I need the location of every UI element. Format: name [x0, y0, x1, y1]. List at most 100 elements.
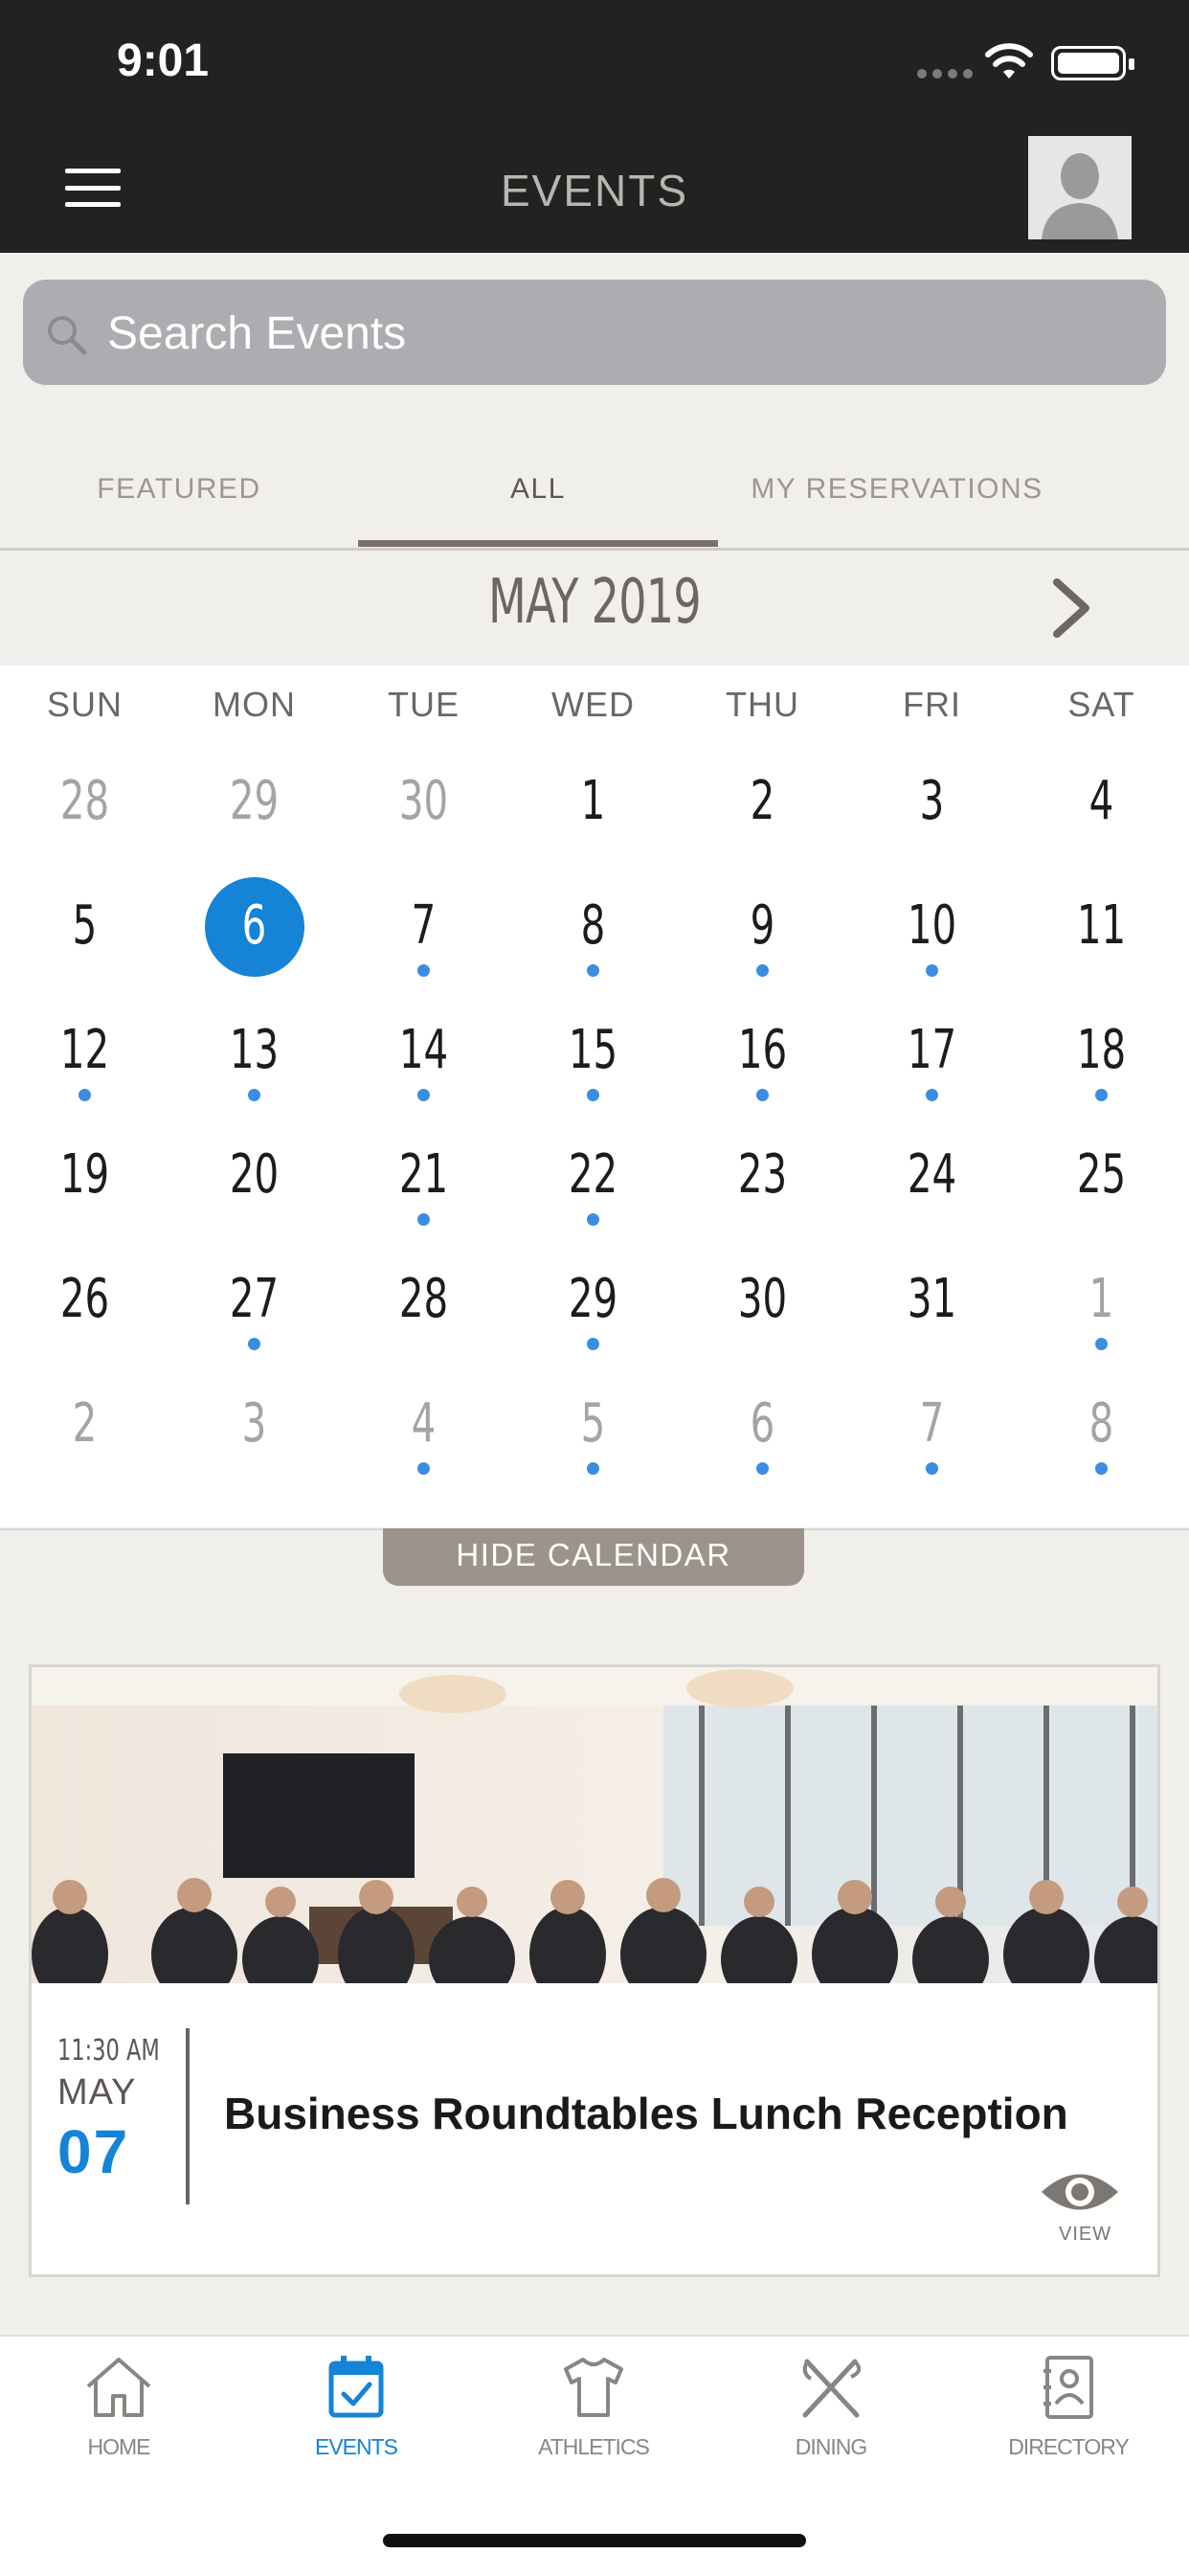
calendar-day[interactable]: 4	[1041, 770, 1162, 832]
calendar-day[interactable]: 6	[702, 1392, 823, 1455]
tab-featured[interactable]: FEATURED	[0, 473, 358, 506]
calendar-day[interactable]: 11	[1041, 894, 1162, 957]
calendar-day[interactable]: 26	[24, 1268, 146, 1330]
calendar-day[interactable]: 15	[532, 1019, 654, 1081]
calendar-day[interactable]: 12	[24, 1019, 146, 1081]
weekday-header: SAT	[1067, 685, 1135, 724]
calendar-day[interactable]: 2	[24, 1392, 146, 1455]
calendar-day[interactable]: 22	[532, 1143, 654, 1206]
calendar-day[interactable]: 3	[193, 1392, 315, 1455]
hide-calendar-button[interactable]: HIDE CALENDAR	[383, 1528, 804, 1586]
event-indicator-dot	[587, 1089, 599, 1101]
tab-my-reservations[interactable]: MY RESERVATIONS	[718, 473, 1076, 506]
eye-icon[interactable]	[1040, 2166, 1120, 2218]
calendar-day[interactable]: 3	[871, 770, 993, 832]
calendar-day[interactable]: 28	[363, 1268, 484, 1330]
calendar-day[interactable]: 8	[532, 894, 654, 957]
calendar-day[interactable]: 21	[363, 1143, 484, 1206]
battery-icon	[1051, 46, 1134, 80]
contacts-book-icon	[1043, 2356, 1093, 2419]
event-indicator-dot	[587, 1338, 599, 1350]
calendar-day[interactable]: 5	[24, 894, 146, 957]
calendar-day[interactable]: 30	[702, 1268, 823, 1330]
event-indicator-dot	[756, 1462, 769, 1475]
nav-athletics-label: ATHLETICS	[538, 2434, 650, 2459]
calendar-day[interactable]: 17	[871, 1019, 993, 1081]
weekday-header: TUE	[388, 685, 460, 724]
chevron-right-icon[interactable]	[1049, 576, 1093, 640]
calendar-day[interactable]: 9	[702, 894, 823, 957]
nav-athletics[interactable]: ATHLETICS	[475, 2354, 712, 2460]
user-avatar-icon[interactable]	[1028, 136, 1132, 239]
calendar-day[interactable]: 20	[193, 1143, 315, 1206]
event-indicator-dot	[756, 1089, 769, 1101]
search-input[interactable]	[105, 280, 1143, 387]
calendar-day[interactable]: 4	[363, 1392, 484, 1455]
calendar-day[interactable]: 2	[702, 770, 823, 832]
weekday-header: FRI	[903, 685, 961, 724]
event-title[interactable]: Business Roundtables Lunch Reception	[224, 2088, 1068, 2139]
nav-directory[interactable]: DIRECTORY	[950, 2354, 1187, 2460]
calendar-day[interactable]: 23	[702, 1143, 823, 1206]
calendar-day[interactable]: 13	[193, 1019, 315, 1081]
calendar-day[interactable]: 16	[702, 1019, 823, 1081]
event-indicator-dot	[1095, 1338, 1108, 1350]
event-card[interactable]	[29, 1664, 1160, 2277]
event-indicator-dot	[79, 1089, 91, 1101]
calendar-day[interactable]: 27	[193, 1268, 315, 1330]
calendar-day[interactable]: 8	[1041, 1392, 1162, 1455]
weekday-header: SUN	[46, 685, 123, 724]
calendar-day[interactable]: 29	[193, 770, 315, 832]
status-time: 9:01	[117, 35, 210, 86]
month-label: MAY 2019	[487, 567, 702, 638]
event-tabs: FEATURED ALL MY RESERVATIONS	[0, 450, 1189, 550]
event-indicator-dot	[417, 1213, 430, 1226]
calendar-day[interactable]: 28	[24, 770, 146, 832]
nav-directory-label: DIRECTORY	[1008, 2434, 1130, 2459]
nav-events-label: EVENTS	[314, 2434, 398, 2459]
event-month: MAY	[57, 2072, 137, 2113]
calendar-day[interactable]: 31	[871, 1268, 993, 1330]
tab-active-indicator	[358, 540, 718, 547]
calendar-day[interactable]: 24	[871, 1143, 993, 1206]
view-button-label[interactable]: VIEW	[1059, 2224, 1111, 2246]
calendar-day[interactable]: 5	[532, 1392, 654, 1455]
calendar-day[interactable]: 1	[532, 770, 654, 832]
event-time: 11:30 AM	[57, 2034, 160, 2068]
event-indicator-dot	[756, 964, 769, 977]
utensils-icon	[802, 2359, 862, 2418]
calendar-day[interactable]: 25	[1041, 1143, 1162, 1206]
calendar-day[interactable]: 10	[871, 894, 993, 957]
nav-dining-label: DINING	[795, 2434, 868, 2459]
event-indicator-dot	[248, 1338, 260, 1350]
event-indicator-dot	[248, 1089, 260, 1101]
calendar-day[interactable]: 18	[1041, 1019, 1162, 1081]
event-date-divider	[186, 2028, 190, 2204]
home-indicator	[383, 2534, 806, 2547]
calendar-day[interactable]: 19	[24, 1143, 146, 1206]
wifi-icon	[985, 43, 1033, 79]
weekday-header: THU	[726, 685, 799, 724]
calendar-day[interactable]: 30	[363, 770, 484, 832]
event-indicator-dot	[417, 1462, 430, 1475]
event-indicator-dot	[926, 1462, 938, 1475]
calendar-day[interactable]: 1	[1041, 1268, 1162, 1330]
nav-home[interactable]: HOME	[0, 2354, 237, 2460]
calendar-day[interactable]: 7	[871, 1392, 993, 1455]
tab-all[interactable]: ALL	[358, 473, 718, 506]
calendar-day[interactable]: 14	[363, 1019, 484, 1081]
cellular-signal-icon	[917, 69, 973, 79]
calendar-day[interactable]: 7	[363, 894, 484, 957]
shirt-icon	[564, 2358, 623, 2417]
event-indicator-dot	[926, 964, 938, 977]
event-day: 07	[57, 2117, 130, 2186]
event-indicator-dot	[417, 964, 430, 977]
nav-events[interactable]: EVENTS	[237, 2354, 475, 2460]
nav-dining[interactable]: DINING	[712, 2354, 950, 2460]
home-icon	[86, 2358, 151, 2417]
event-indicator-dot	[587, 1213, 599, 1226]
event-image	[32, 1667, 1157, 1983]
nav-home-label: HOME	[87, 2434, 151, 2459]
calendar-day[interactable]: 29	[532, 1268, 654, 1330]
calendar-day-selected[interactable]: 6	[193, 894, 315, 957]
